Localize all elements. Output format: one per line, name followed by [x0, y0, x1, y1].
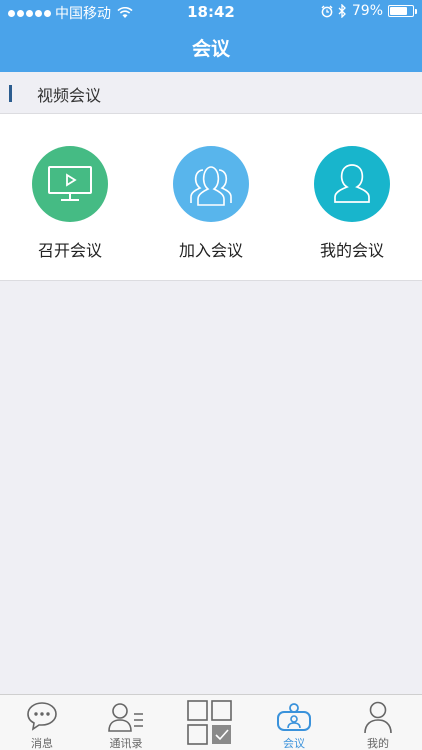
chat-bubble-icon	[27, 702, 57, 731]
contacts-icon	[108, 703, 143, 732]
tab-meeting-label: 会议	[283, 737, 305, 750]
group-people-icon	[173, 146, 249, 222]
section-title: 视频会议	[37, 86, 102, 105]
tab-contacts-label: 通讯录	[109, 737, 143, 750]
tab-messages-label: 消息	[31, 737, 53, 750]
bluetooth-icon	[338, 4, 346, 18]
header: 中国移动 18:42 79% 会议	[0, 0, 422, 72]
start-meeting-label: 召开会议	[37, 241, 102, 260]
profile-icon	[364, 701, 392, 734]
apps-grid-icon	[187, 700, 232, 745]
battery-icon	[388, 5, 417, 17]
meeting-icon	[277, 703, 311, 731]
tab-profile-label: 我的	[367, 737, 389, 750]
section-header: 视频会议	[0, 72, 422, 114]
alarm-icon	[321, 5, 333, 17]
monitor-play-icon	[32, 146, 108, 222]
meeting-options-panel: 召开会议 加入会议 我的会议	[0, 114, 422, 281]
join-meeting-label: 加入会议	[178, 241, 243, 260]
my-meetings-button[interactable]: 我的会议	[297, 146, 407, 261]
tab-messages[interactable]: 消息	[0, 695, 84, 750]
tab-contacts[interactable]: 通讯录	[84, 695, 168, 750]
tab-bar: 消息 通讯录 会议 我的	[0, 694, 422, 750]
status-bar: 中国移动 18:42 79%	[0, 0, 422, 24]
tab-profile[interactable]: 我的	[336, 695, 420, 750]
tab-meeting[interactable]: 会议	[252, 695, 336, 750]
my-meetings-label: 我的会议	[319, 241, 384, 260]
person-icon	[314, 146, 390, 222]
page-title: 会议	[191, 38, 230, 60]
section-accent-bar	[9, 85, 12, 102]
start-meeting-button[interactable]: 召开会议	[15, 146, 125, 261]
tab-apps[interactable]	[168, 695, 252, 750]
battery-percent: 79%	[351, 3, 383, 19]
join-meeting-button[interactable]: 加入会议	[156, 146, 266, 261]
